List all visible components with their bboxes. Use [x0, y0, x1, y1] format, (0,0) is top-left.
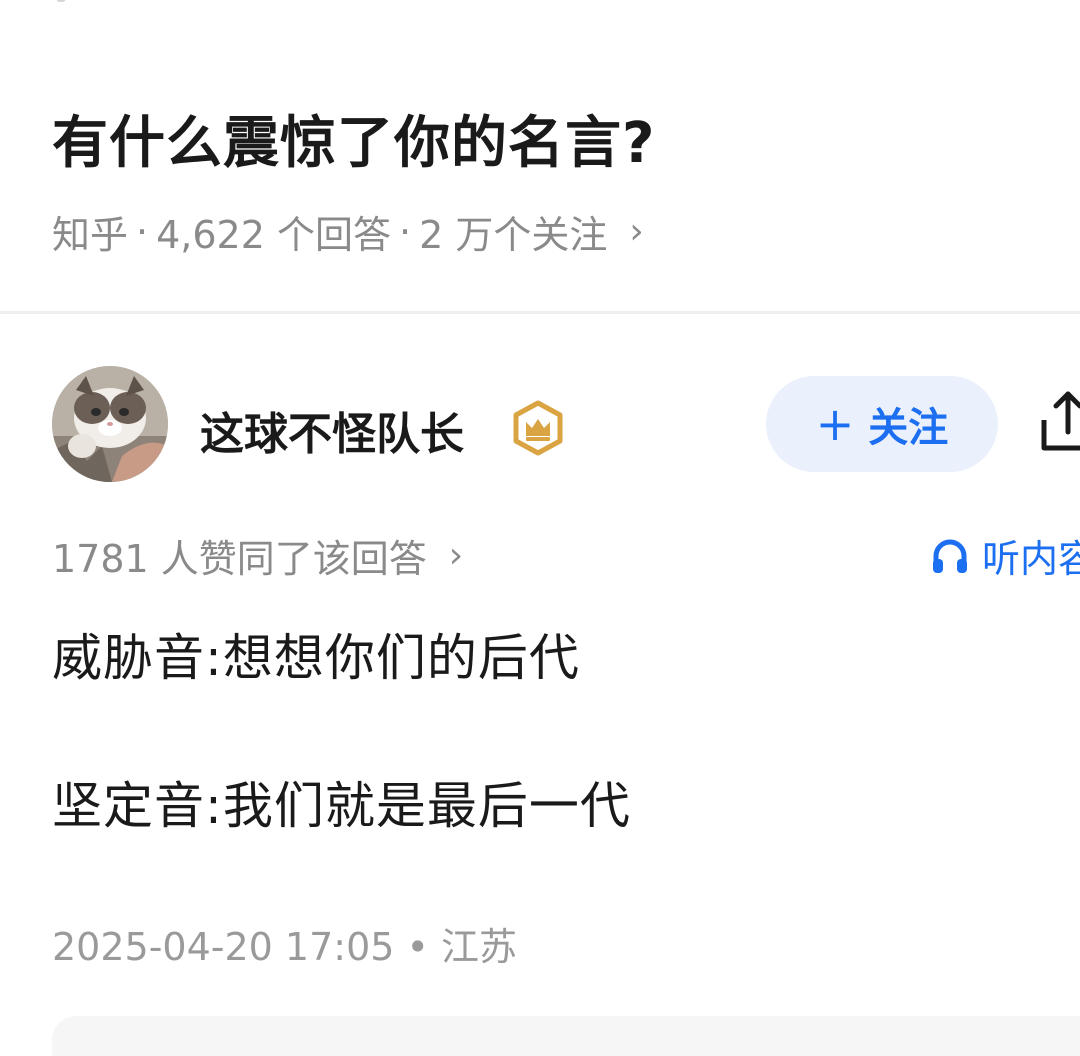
question-source: 知乎: [52, 213, 129, 257]
comment-card[interactable]: [52, 1016, 1080, 1056]
crown-badge-icon: [513, 400, 563, 456]
section-divider: [0, 311, 1080, 314]
listen-button[interactable]: 听内容: [930, 528, 1080, 583]
follower-count: 2 万个关注: [419, 213, 608, 257]
question-title[interactable]: 有什么震惊了你的名言?: [52, 98, 655, 179]
chevron-right-icon: ›: [629, 211, 644, 252]
answer-page: 有什么震惊了你的名言? 知乎 · 4,622 个回答 · 2 万个关注 › 这球…: [0, 0, 1080, 1056]
chevron-right-icon: ›: [448, 535, 464, 576]
answer-content-line: 威胁音:想想你们的后代: [52, 629, 580, 687]
plus-icon: +: [815, 397, 855, 451]
answer-timestamp: 2025-04-20 17:05 • 江苏: [52, 925, 517, 969]
question-meta[interactable]: 知乎 · 4,622 个回答 · 2 万个关注 ›: [52, 204, 644, 259]
cat-avatar-icon: [52, 366, 168, 482]
meta-separator: ·: [136, 209, 149, 254]
top-edge-fragment: [56, 0, 66, 2]
meta-separator: ·: [398, 209, 412, 254]
follow-button[interactable]: + 关注: [766, 376, 998, 472]
share-icon[interactable]: [1038, 386, 1080, 456]
author-name[interactable]: 这球不怪队长: [200, 398, 464, 462]
likes-summary[interactable]: 1781 人赞同了该回答 ›: [52, 528, 463, 583]
answer-content-line: 坚定音:我们就是最后一代: [52, 777, 631, 835]
answer-count: 4,622 个回答: [156, 213, 391, 257]
author-avatar[interactable]: [52, 366, 168, 482]
listen-label: 听内容: [982, 537, 1080, 581]
likes-text: 1781 人赞同了该回答: [52, 537, 427, 581]
headphones-icon: [933, 539, 967, 573]
follow-label: 关注: [868, 405, 949, 451]
